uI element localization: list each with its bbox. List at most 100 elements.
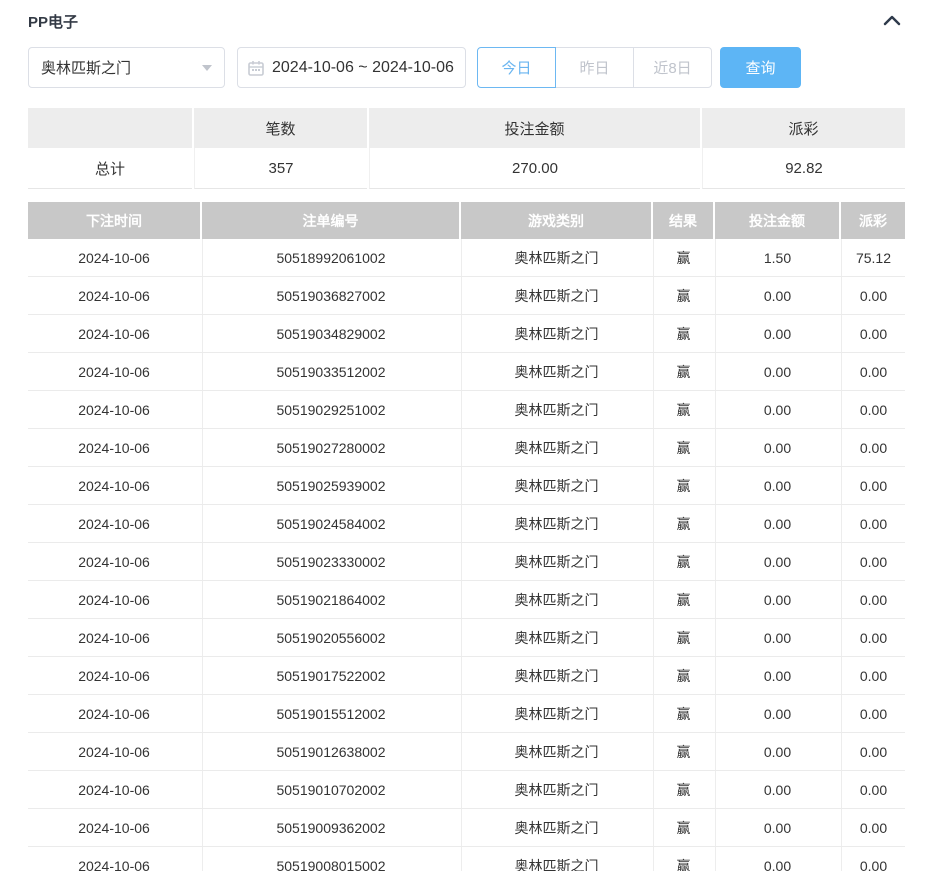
quick-date-button-group: 今日 昨日 近8日: [477, 47, 712, 88]
date-range-input[interactable]: 2024-10-06 ~ 2024-10-06: [237, 47, 466, 88]
table-row: 2024-10-06 50519015512002 奥林匹斯之门 赢 0.00 …: [28, 695, 905, 733]
cell-bet-time: 2024-10-06: [28, 581, 200, 618]
cell-bet-id: 50518992061002: [202, 239, 459, 276]
cell-bet-time: 2024-10-06: [28, 657, 200, 694]
cell-payout: 0.00: [841, 391, 905, 428]
cell-game-type: 奥林匹斯之门: [461, 315, 651, 352]
cell-payout: 0.00: [841, 733, 905, 770]
cell-result: 赢: [653, 733, 713, 770]
cell-game-type: 奥林匹斯之门: [461, 429, 651, 466]
cell-bet-time: 2024-10-06: [28, 543, 200, 580]
cell-game-type: 奥林匹斯之门: [461, 771, 651, 808]
cell-bet-time: 2024-10-06: [28, 315, 200, 352]
cell-game-type: 奥林匹斯之门: [461, 239, 651, 276]
table-row: 2024-10-06 50519027280002 奥林匹斯之门 赢 0.00 …: [28, 429, 905, 467]
cell-bet-time: 2024-10-06: [28, 847, 200, 871]
cell-bet-id: 50519020556002: [202, 619, 459, 656]
cell-game-type: 奥林匹斯之门: [461, 277, 651, 314]
table-row: 2024-10-06 50519034829002 奥林匹斯之门 赢 0.00 …: [28, 315, 905, 353]
cell-bet-time: 2024-10-06: [28, 353, 200, 390]
cell-game-type: 奥林匹斯之门: [461, 353, 651, 390]
cell-bet-amount: 1.50: [715, 239, 839, 276]
collapse-panel-button[interactable]: [879, 8, 905, 34]
summary-header-row: 笔数 投注金额 派彩: [28, 108, 905, 148]
cell-bet-id: 50519024584002: [202, 505, 459, 542]
game-select[interactable]: 奥林匹斯之门: [28, 47, 225, 88]
cell-bet-time: 2024-10-06: [28, 771, 200, 808]
cell-bet-id: 50519017522002: [202, 657, 459, 694]
col-header-payout: 派彩: [841, 202, 905, 239]
cell-bet-id: 50519021864002: [202, 581, 459, 618]
cell-result: 赢: [653, 809, 713, 846]
cell-bet-id: 50519015512002: [202, 695, 459, 732]
cell-result: 赢: [653, 353, 713, 390]
cell-payout: 0.00: [841, 467, 905, 504]
cell-payout: 0.00: [841, 315, 905, 352]
cell-payout: 0.00: [841, 543, 905, 580]
cell-bet-amount: 0.00: [715, 847, 839, 871]
table-row: 2024-10-06 50519036827002 奥林匹斯之门 赢 0.00 …: [28, 277, 905, 315]
summary-total-bet-amount: 270.00: [369, 148, 700, 189]
cell-bet-time: 2024-10-06: [28, 467, 200, 504]
cell-game-type: 奥林匹斯之门: [461, 467, 651, 504]
chevron-up-icon: [883, 14, 901, 29]
table-row: 2024-10-06 50519021864002 奥林匹斯之门 赢 0.00 …: [28, 581, 905, 619]
cell-game-type: 奥林匹斯之门: [461, 809, 651, 846]
cell-bet-time: 2024-10-06: [28, 619, 200, 656]
cell-payout: 0.00: [841, 505, 905, 542]
summary-total-count: 357: [194, 148, 367, 189]
cell-bet-time: 2024-10-06: [28, 391, 200, 428]
col-header-game-type: 游戏类别: [461, 202, 651, 239]
summary-header-count: 笔数: [194, 108, 367, 148]
cell-bet-amount: 0.00: [715, 809, 839, 846]
cell-bet-time: 2024-10-06: [28, 809, 200, 846]
cell-result: 赢: [653, 771, 713, 808]
summary-header-payout: 派彩: [702, 108, 905, 148]
table-row: 2024-10-06 50519017522002 奥林匹斯之门 赢 0.00 …: [28, 657, 905, 695]
cell-bet-amount: 0.00: [715, 467, 839, 504]
cell-payout: 0.00: [841, 771, 905, 808]
panel-header: PP电子: [28, 8, 905, 34]
table-row: 2024-10-06 50519033512002 奥林匹斯之门 赢 0.00 …: [28, 353, 905, 391]
cell-result: 赢: [653, 657, 713, 694]
bet-records-table: 下注时间 注单编号 游戏类别 结果 投注金额 派彩 2024-10-06 505…: [28, 202, 905, 871]
cell-game-type: 奥林匹斯之门: [461, 619, 651, 656]
table-row: 2024-10-06 50519029251002 奥林匹斯之门 赢 0.00 …: [28, 391, 905, 429]
yesterday-button[interactable]: 昨日: [555, 47, 634, 88]
cell-result: 赢: [653, 505, 713, 542]
cell-bet-time: 2024-10-06: [28, 277, 200, 314]
today-button[interactable]: 今日: [477, 47, 556, 88]
cell-result: 赢: [653, 619, 713, 656]
chevron-down-icon: [202, 65, 212, 71]
game-select-value: 奥林匹斯之门: [41, 57, 131, 78]
col-header-bet-id: 注单编号: [202, 202, 459, 239]
cell-bet-id: 50519034829002: [202, 315, 459, 352]
cell-bet-amount: 0.00: [715, 581, 839, 618]
cell-bet-id: 50519027280002: [202, 429, 459, 466]
cell-game-type: 奥林匹斯之门: [461, 391, 651, 428]
cell-result: 赢: [653, 543, 713, 580]
cell-game-type: 奥林匹斯之门: [461, 581, 651, 618]
summary-total-row: 总计 357 270.00 92.82: [28, 148, 905, 189]
cell-bet-time: 2024-10-06: [28, 505, 200, 542]
cell-game-type: 奥林匹斯之门: [461, 695, 651, 732]
summary-table: 笔数 投注金额 派彩 总计 357 270.00 92.82: [28, 108, 905, 189]
cell-game-type: 奥林匹斯之门: [461, 505, 651, 542]
query-button[interactable]: 查询: [720, 47, 801, 88]
last-8-days-button[interactable]: 近8日: [633, 47, 712, 88]
cell-game-type: 奥林匹斯之门: [461, 733, 651, 770]
cell-bet-id: 50519009362002: [202, 809, 459, 846]
cell-game-type: 奥林匹斯之门: [461, 543, 651, 580]
table-row: 2024-10-06 50519009362002 奥林匹斯之门 赢 0.00 …: [28, 809, 905, 847]
cell-result: 赢: [653, 239, 713, 276]
cell-bet-amount: 0.00: [715, 315, 839, 352]
summary-header-blank: [28, 108, 192, 148]
filter-bar: 奥林匹斯之门 2024-10-06 ~ 2024-10-06 今日 昨日 近8日…: [28, 47, 905, 88]
cell-bet-amount: 0.00: [715, 733, 839, 770]
col-header-result: 结果: [653, 202, 713, 239]
cell-payout: 0.00: [841, 695, 905, 732]
cell-bet-id: 50519012638002: [202, 733, 459, 770]
cell-payout: 0.00: [841, 809, 905, 846]
summary-total-label: 总计: [28, 148, 192, 189]
cell-bet-id: 50519008015002: [202, 847, 459, 871]
